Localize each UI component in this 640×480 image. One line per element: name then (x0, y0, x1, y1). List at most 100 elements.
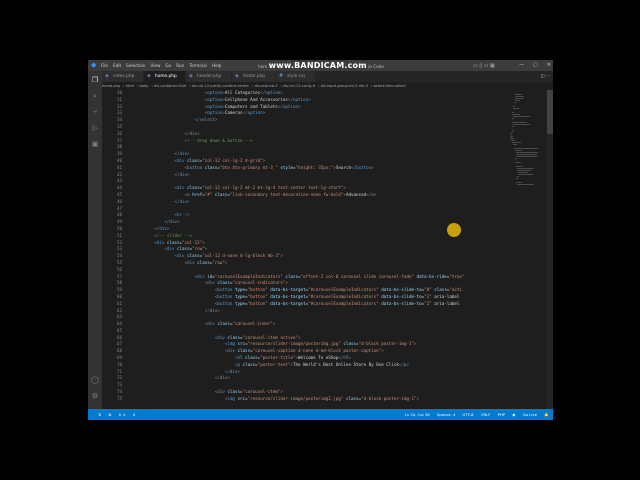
code-line[interactable] (124, 144, 507, 151)
vertical-scrollbar[interactable] (547, 90, 553, 409)
menu-edit[interactable]: Edit (113, 63, 121, 68)
settings-gear-icon[interactable]: ⚙ (91, 392, 99, 400)
code-line[interactable] (124, 382, 507, 389)
remote-icon[interactable]: ⇅ (98, 412, 101, 417)
breadcrumb-item[interactable]: html (126, 84, 134, 88)
code-line[interactable]: <img src="resource/slider-image/posterim… (124, 396, 507, 403)
account-icon[interactable]: ◯ (91, 376, 99, 384)
minimap[interactable] (507, 90, 547, 409)
breadcrumb-item[interactable]: body (140, 84, 149, 88)
scrollbar-thumb[interactable] (547, 90, 553, 134)
code-line[interactable] (124, 206, 507, 213)
code-line[interactable]: <div class="col-12"> (124, 240, 507, 247)
notifications-bell-icon[interactable]: 🔔 (544, 412, 549, 417)
code-line[interactable]: <div class="carousel-inner"> (124, 321, 507, 328)
line-number: 72 (116, 375, 122, 381)
indentation[interactable]: Spaces: 4 (437, 412, 455, 417)
code-line[interactable]: <option>Cellphone And Accessories</optio… (124, 97, 507, 104)
code-line[interactable]: </div> (124, 369, 507, 376)
run-debug-icon[interactable]: ▷ (91, 124, 99, 132)
code-line[interactable] (124, 267, 507, 274)
menu-help[interactable]: Help (212, 63, 222, 68)
tab-index-php[interactable]: ◈ index.php (102, 71, 144, 82)
code-line[interactable]: </div> (124, 199, 507, 206)
files-icon[interactable]: ❐ (91, 76, 99, 84)
minimize-icon[interactable]: — (519, 62, 524, 68)
breadcrumb-item[interactable]: div.container-fluid (154, 84, 186, 88)
code-editor[interactable]: 30 31 32 33 34 35 36 37 38 39 40 41 42 43 44 45 46 47 48 49… (102, 90, 507, 409)
vscode-logo-icon: ◆ (91, 61, 97, 69)
problems-indicator[interactable]: ⊗ 0 ⚠ 0 (108, 412, 135, 417)
code-line[interactable]: <div class="col-12 col-lg-2 d-grid"> (124, 158, 507, 165)
code-line[interactable]: <a href="#" class="link-secondary text-d… (124, 192, 507, 199)
code-line[interactable]: <div class="row"> (124, 246, 507, 253)
code-line[interactable] (124, 314, 507, 321)
code-line[interactable]: </div> (124, 151, 507, 158)
close-icon[interactable]: ✕ (547, 62, 551, 68)
code-line[interactable]: <button type="button" data-bs-target="#c… (124, 301, 507, 308)
extensions-icon[interactable]: ▣ (91, 140, 99, 148)
breadcrumb-item[interactable]: div.col-12.justify-content-center (192, 84, 249, 88)
minimap-line (515, 150, 523, 151)
code-line[interactable]: <div class="col-12 col-lg-2 mt-2 mt-lg-4… (124, 185, 507, 192)
line-ending[interactable]: CRLF (481, 412, 491, 417)
minimap-line (511, 140, 515, 141)
menu-view[interactable]: View (150, 63, 160, 68)
minimap-line (514, 102, 516, 103)
search-icon[interactable]: ⌕ (91, 92, 99, 100)
encoding[interactable]: UTF-8 (463, 412, 474, 417)
code-line[interactable]: <div id="carouselExampleIndicators" clas… (124, 274, 507, 281)
editor-actions[interactable]: ◫ ··· (540, 74, 550, 79)
vscode-window: ◆ File Edit Selection View Go Run Terminal Help… (88, 60, 553, 420)
layout-toggle-icons[interactable]: ▭ ▯ ▭ ▦ (473, 63, 495, 69)
line-number: 53 (116, 246, 122, 252)
breadcrumb-item[interactable]: div.row.mb-3 (255, 84, 278, 88)
code-line[interactable]: <!-- drop down & button --> (124, 138, 507, 145)
breadcrumb-item[interactable]: div.input-group.mt-3.mb-3 (321, 84, 368, 88)
code-line[interactable]: <button type="button" data-bs-target="#c… (124, 294, 507, 301)
code-line[interactable]: <div class="col-12 d-none d-lg-block mb-… (124, 253, 507, 260)
code-line[interactable]: </div> (124, 308, 507, 315)
menu-selection[interactable]: Selection (126, 63, 145, 68)
breadcrumb-item[interactable]: select.form-select (374, 84, 406, 88)
menu-go[interactable]: Go (165, 63, 171, 68)
code-line[interactable] (124, 178, 507, 185)
code-line[interactable]: <h5 class="poster-title">Welcome To eSho… (124, 355, 507, 362)
code-line[interactable]: <div class="carousel-indicators"> (124, 280, 507, 287)
go-live-button[interactable]: ◉ Go Live (512, 412, 537, 417)
code-line[interactable]: <div class="carousel-item active"> (124, 335, 507, 342)
code-line[interactable]: <div class="carousel-caption d-none d-md… (124, 348, 507, 355)
menu-file[interactable]: File (101, 63, 108, 68)
source-control-icon[interactable]: ⑂ (91, 108, 99, 116)
code-line[interactable]: </div> (124, 172, 507, 179)
code-line[interactable]: <img src="resource/slider-image/posterim… (124, 341, 507, 348)
code-line[interactable] (124, 124, 507, 131)
code-line[interactable]: <button class="btn btn-primary mt-3 " st… (124, 165, 507, 172)
code-line[interactable]: <option>All Categories</option> (124, 90, 507, 97)
code-line[interactable]: <button type="button" data-bs-target="#c… (124, 287, 507, 294)
code-line[interactable] (124, 328, 507, 335)
code-line[interactable]: </select> (124, 117, 507, 124)
tab-style-css[interactable]: # style.css (276, 71, 316, 82)
menu-run[interactable]: Run (176, 63, 184, 68)
code-line[interactable]: <div class="row"> (124, 260, 507, 267)
tab-home-php[interactable]: ◈ home.php (144, 71, 186, 82)
cursor-position[interactable]: Ln 34, Col 38 (405, 412, 430, 417)
minimap-line (512, 130, 514, 131)
code-line[interactable]: <option>Cameras</option> (124, 110, 507, 117)
breadcrumb-item[interactable]: home.php (102, 84, 120, 88)
code-line[interactable]: <hr /> (124, 212, 507, 219)
menu-terminal[interactable]: Terminal (189, 63, 207, 68)
code-line[interactable]: </div> (124, 131, 507, 138)
language-mode[interactable]: PHP (498, 412, 505, 417)
code-area[interactable]: <option>All Categories</option> <option>… (124, 90, 507, 403)
maximize-icon[interactable]: ▢ (533, 62, 538, 68)
code-line[interactable]: <div class="carousel-item"> (124, 389, 507, 396)
line-number: 67 (116, 341, 122, 347)
breadcrumb-item[interactable]: div.col-12.col-lg-6 (283, 84, 315, 88)
tab-footer-php[interactable]: ◈ footer.php (232, 71, 276, 82)
code-line[interactable]: <p class="poster-text">The World's Best … (124, 362, 507, 369)
code-line[interactable]: </div> (124, 375, 507, 382)
code-line[interactable]: <option>Computers and Tablets</option> (124, 104, 507, 111)
tab-header-php[interactable]: ◈ header.php (186, 71, 232, 82)
